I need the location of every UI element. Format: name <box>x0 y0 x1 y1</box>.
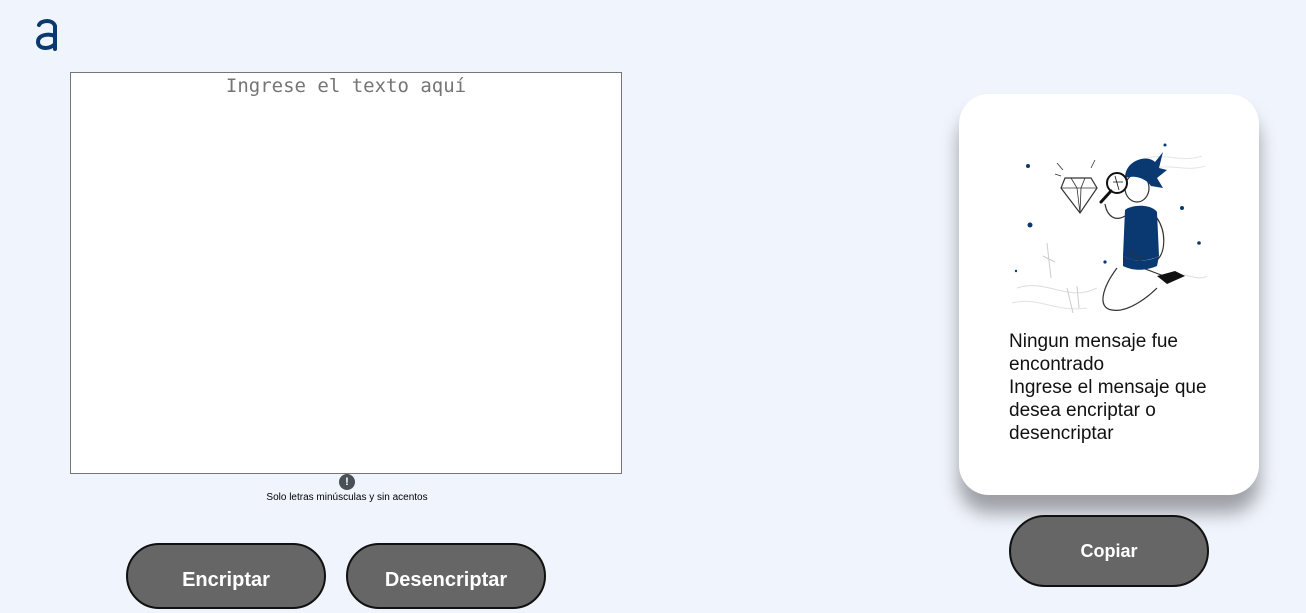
empty-message-body: Ingrese el mensaje que desea encriptar o… <box>1009 377 1207 444</box>
encrypt-button[interactable]: Encriptar <box>126 543 326 609</box>
empty-message-title: Ningun mensaje fue encontrado <box>1009 331 1178 375</box>
alura-logo <box>35 19 57 51</box>
output-card: Ningun mensaje fue encontrado Ingrese el… <box>959 94 1259 495</box>
person-with-magnifier-illustration <box>1011 143 1208 314</box>
decrypt-button[interactable]: Desencriptar <box>346 543 546 609</box>
exclamation-icon: ! <box>339 474 355 490</box>
copy-button[interactable]: Copiar <box>1009 515 1209 587</box>
input-hint: ! Solo letras minúsculas y sin acentos <box>265 474 429 503</box>
hint-text: Solo letras minúsculas y sin acentos <box>266 492 428 503</box>
text-input[interactable] <box>70 72 622 474</box>
empty-message: Ningun mensaje fue encontrado Ingrese el… <box>1009 330 1219 445</box>
